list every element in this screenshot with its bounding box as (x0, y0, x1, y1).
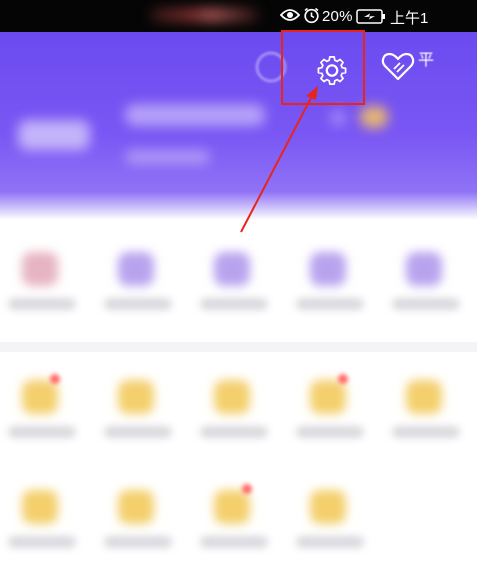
service-icon (310, 490, 346, 524)
feature-icon (22, 252, 58, 286)
new-badge (338, 374, 348, 384)
feature-item[interactable] (288, 232, 378, 332)
header-side-label[interactable]: 平 (418, 46, 434, 70)
profile-header: 平 (0, 32, 477, 220)
service-icon (214, 490, 250, 524)
service-item[interactable] (0, 360, 90, 460)
heart-icon[interactable] (380, 48, 416, 84)
service-label-blurred (8, 426, 76, 438)
feature-icon (310, 252, 346, 286)
service-label-blurred (296, 536, 364, 548)
service-label-blurred (200, 426, 268, 438)
service-icon (310, 380, 346, 414)
status-bar: 20% 上午1 (0, 0, 477, 32)
service-label-blurred (392, 426, 460, 438)
service-item[interactable] (288, 470, 378, 570)
service-label-blurred (8, 536, 76, 548)
vip-badge-blurred[interactable] (360, 106, 388, 128)
profile-info-blurred (125, 104, 265, 126)
feature-icon (214, 252, 250, 286)
service-label-blurred (296, 426, 364, 438)
service-item[interactable] (192, 470, 282, 570)
battery-charging-icon (356, 9, 385, 24)
service-item[interactable] (96, 470, 186, 570)
service-item[interactable] (0, 470, 90, 570)
feature-icon (118, 252, 154, 286)
service-icon (118, 380, 154, 414)
feature-icon (406, 252, 442, 286)
clock: 上午1 (390, 10, 429, 27)
service-label-blurred (104, 426, 172, 438)
feature-item[interactable] (0, 232, 90, 332)
battery-percent: 20% (322, 8, 353, 25)
service-label-blurred (200, 536, 268, 548)
feature-row (0, 232, 477, 332)
feature-item[interactable] (192, 232, 282, 332)
service-item[interactable] (288, 360, 378, 460)
service-icon (22, 490, 58, 524)
feature-item[interactable] (96, 232, 186, 332)
feature-label-blurred (8, 298, 76, 310)
feature-label-blurred (392, 298, 460, 310)
annotation-highlight-box (281, 30, 365, 105)
alarm-icon (304, 7, 319, 24)
notification-icons-blurred (150, 8, 260, 22)
feature-label-blurred (200, 298, 268, 310)
service-item[interactable] (384, 360, 474, 460)
feature-label-blurred (104, 298, 172, 310)
new-badge (242, 484, 252, 494)
service-icon (22, 380, 58, 414)
username-blurred (18, 120, 90, 150)
new-badge (50, 374, 60, 384)
service-item[interactable] (192, 360, 282, 460)
section-divider (0, 342, 477, 352)
service-icon (214, 380, 250, 414)
profile-subinfo-blurred (125, 150, 210, 164)
edit-icon-blurred (330, 110, 346, 126)
feature-item[interactable] (384, 232, 474, 332)
service-icon (406, 380, 442, 414)
feature-label-blurred (296, 298, 364, 310)
service-item[interactable] (96, 360, 186, 460)
eye-icon (280, 9, 300, 21)
service-label-blurred (104, 536, 172, 548)
service-icon (118, 490, 154, 524)
